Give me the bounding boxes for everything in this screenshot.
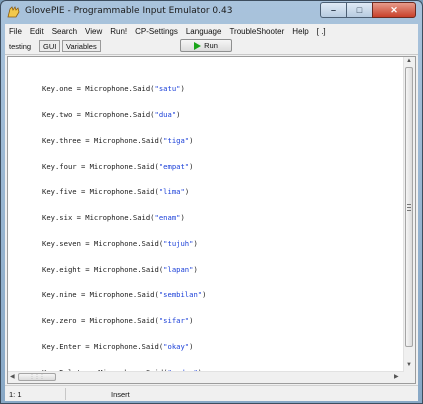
- menu-bar: File Edit Search View Run! CP-Settings L…: [5, 24, 418, 38]
- code-text-segment: Key.seven = Microphone.Said(: [42, 238, 164, 248]
- title-bar[interactable]: GlovePIE - Programmable Input Emulator 0…: [1, 1, 422, 23]
- code-text-segment: ): [189, 316, 194, 326]
- code-text-segment: ): [193, 264, 198, 274]
- code-text-segment: Key.four = Microphone.Said(: [42, 161, 159, 171]
- code-text-segment: Key.nine = Microphone.Said(: [42, 290, 159, 300]
- code-line: Key.zero = Microphone.Said("sifar"): [42, 316, 206, 326]
- code-text-segment: Key.five = Microphone.Said(: [42, 187, 159, 197]
- run-button[interactable]: Run: [180, 39, 232, 52]
- string-literal: "okay": [163, 342, 190, 351]
- grip-line: [407, 207, 411, 208]
- maximize-icon: □: [356, 5, 363, 15]
- code-text-segment: ): [189, 135, 194, 145]
- string-literal: "tujuh": [163, 238, 194, 248]
- minimize-icon: –: [330, 5, 336, 15]
- code-line: Key.three = Microphone.Said("tiga"): [42, 135, 206, 146]
- client-area: File Edit Search View Run! CP-Settings L…: [5, 24, 418, 401]
- code-text-segment: ): [184, 187, 190, 197]
- scroll-up-icon[interactable]: ▲: [406, 58, 412, 64]
- code-line: Key.nine = Microphone.Said("sembilan"): [42, 291, 206, 300]
- vertical-scroll-thumb[interactable]: [405, 67, 413, 347]
- menu-file[interactable]: File: [5, 27, 26, 36]
- run-button-label: Run: [204, 41, 218, 50]
- horizontal-scroll-thumb[interactable]: ⋮⋮⋮: [18, 373, 56, 381]
- scroll-left-icon[interactable]: ◀: [10, 373, 15, 380]
- code-line: Key.four = Microphone.Said("empat"): [42, 161, 206, 172]
- code-line: Key.two = Microphone.Said("dua"): [42, 109, 206, 120]
- string-literal: "lima": [158, 187, 185, 197]
- code-line: Key.seven = Microphone.Said("tujuh"): [42, 238, 206, 249]
- string-literal: "tiga": [163, 135, 190, 145]
- code-text-segment: ): [189, 161, 194, 171]
- string-literal: "sembilan": [158, 290, 203, 300]
- edit-mode: Insert: [111, 390, 130, 399]
- code-line: Key.Enter = Microphone.Said("okay"): [42, 342, 206, 352]
- menu-help[interactable]: Help: [288, 27, 312, 36]
- code-line: Key.one = Microphone.Said("satu"): [42, 84, 206, 94]
- menu-troubleshooter[interactable]: TroubleShooter: [225, 27, 288, 36]
- tab-testing[interactable]: testing: [6, 40, 35, 52]
- menu-cp-settings[interactable]: CP-Settings: [131, 27, 182, 36]
- toolbar: testing GUI Variables Run: [5, 38, 418, 55]
- grip-line: [407, 204, 411, 205]
- code-text-segment: Key.Enter = Microphone.Said(: [42, 342, 164, 351]
- scroll-down-icon[interactable]: ▼: [406, 362, 412, 368]
- minimize-button[interactable]: –: [320, 2, 346, 18]
- tab-gui[interactable]: GUI: [39, 40, 61, 52]
- string-literal: "dua": [154, 109, 177, 119]
- code-text-segment: ): [176, 109, 181, 119]
- code-text-segment: Key.three = Microphone.Said(: [42, 135, 164, 145]
- code-text-segment: Key.zero = Microphone.Said(: [42, 316, 159, 326]
- code-line: Key.six = Microphone.Said("enam"): [42, 213, 206, 223]
- code-text-segment: ): [189, 342, 194, 351]
- menu-edit[interactable]: Edit: [26, 27, 48, 36]
- code-text-segment: Key.two = Microphone.Said(: [42, 109, 155, 119]
- status-bar: 1: 1 Insert: [5, 385, 418, 402]
- code-text-segment: Key.six = Microphone.Said(: [42, 213, 155, 223]
- menu-extra[interactable]: [ .]: [313, 27, 330, 36]
- caption-buttons: – □ ✕: [320, 2, 416, 18]
- menu-run[interactable]: Run!: [106, 27, 131, 36]
- tab-variables[interactable]: Variables: [62, 40, 101, 52]
- code-text-segment: Key.eight = Microphone.Said(: [42, 264, 164, 274]
- string-literal: "satu": [154, 84, 181, 94]
- maximize-button[interactable]: □: [346, 2, 372, 18]
- cursor-position: 1: 1: [9, 390, 22, 399]
- string-literal: "sifar": [158, 316, 190, 326]
- menu-search[interactable]: Search: [48, 27, 81, 36]
- horizontal-scrollbar[interactable]: ◀ ⋮⋮⋮ ▶: [8, 371, 404, 383]
- code-line: Key.five = Microphone.Said("lima"): [42, 188, 206, 197]
- vertical-scrollbar[interactable]: ▲ ▼: [403, 57, 415, 383]
- scroll-right-icon[interactable]: ▶: [394, 373, 399, 380]
- code-text-segment: ): [193, 238, 198, 248]
- close-icon: ✕: [390, 4, 398, 15]
- menu-language[interactable]: Language: [182, 27, 226, 36]
- code-text-segment: Key.one = Microphone.Said(: [42, 84, 155, 94]
- code-text-segment: ): [180, 84, 185, 94]
- string-literal: "lapan": [163, 264, 194, 274]
- code-text-segment: ): [202, 290, 207, 300]
- play-icon: [194, 41, 202, 50]
- glovepie-app-icon: [7, 6, 20, 18]
- grip-line: [407, 210, 411, 211]
- string-literal: "enam": [154, 213, 181, 223]
- script-editor[interactable]: Key.one = Microphone.Said("satu") Key.tw…: [7, 56, 416, 384]
- close-button[interactable]: ✕: [372, 2, 416, 18]
- app-window: GlovePIE - Programmable Input Emulator 0…: [0, 0, 423, 404]
- grip-icon: ⋮⋮⋮: [29, 374, 45, 380]
- string-literal: "empat": [158, 161, 190, 171]
- menu-view[interactable]: View: [81, 27, 106, 36]
- status-divider: [65, 388, 66, 400]
- code-text-segment: ): [180, 213, 185, 223]
- window-title: GlovePIE - Programmable Input Emulator 0…: [25, 6, 233, 16]
- code-text[interactable]: Key.one = Microphone.Said("satu") Key.tw…: [42, 68, 206, 395]
- code-line: Key.eight = Microphone.Said("lapan"): [42, 264, 206, 275]
